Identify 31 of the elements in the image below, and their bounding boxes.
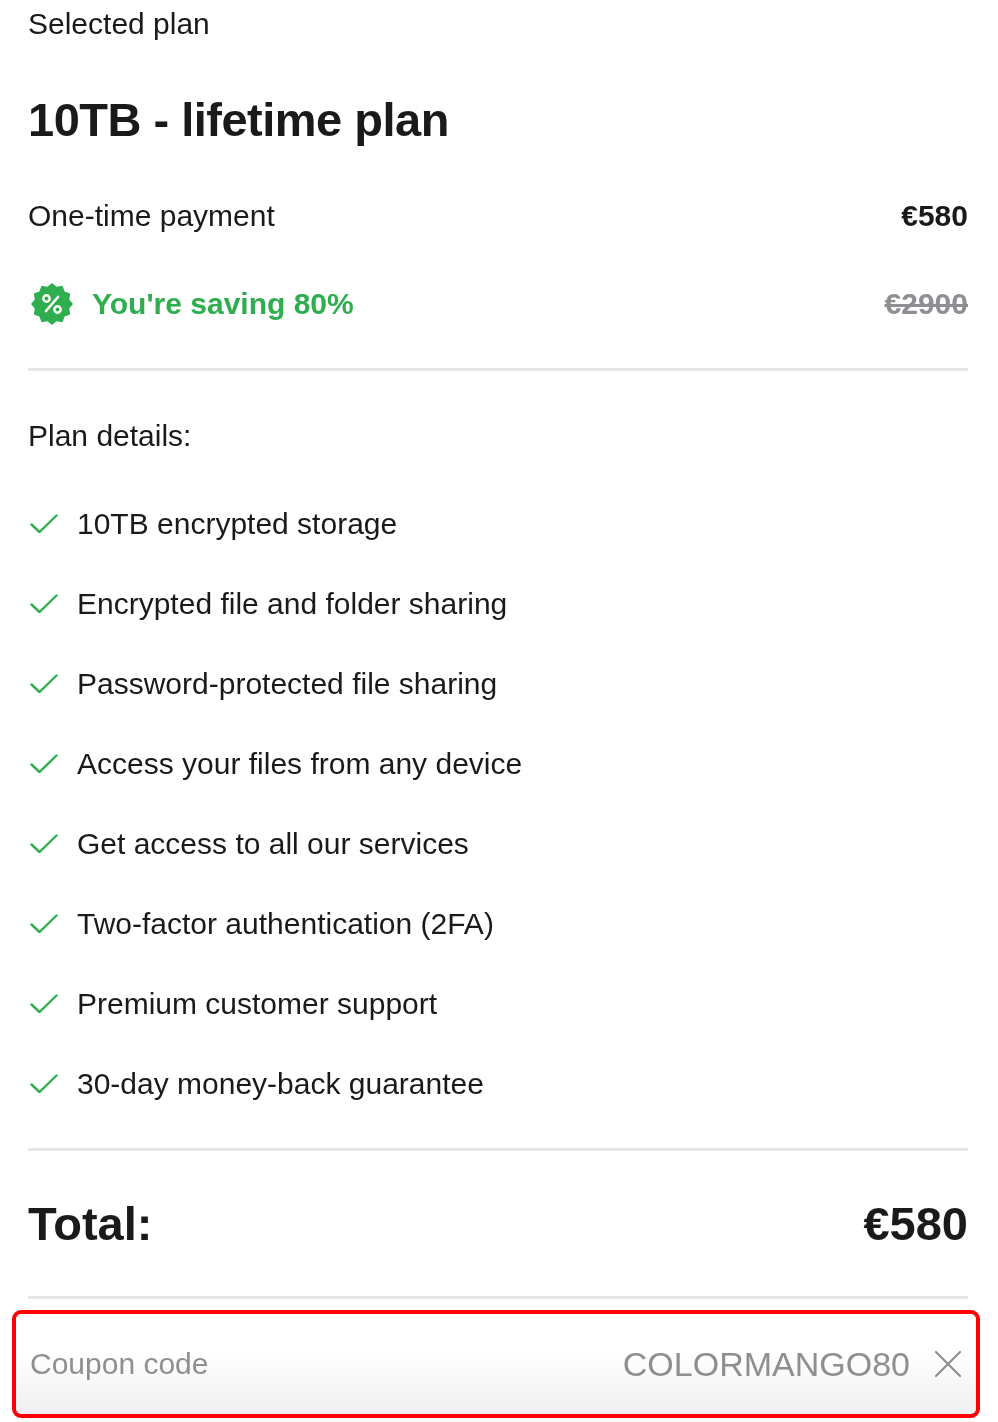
payment-label: One-time payment [28,198,275,234]
saving-label: You're saving 80% [92,286,354,322]
coupon-label: Coupon code [30,1346,209,1382]
coupon-field[interactable]: Coupon code COLORMANGO80 [12,1310,980,1418]
check-icon [30,514,58,534]
check-icon [30,594,58,614]
check-icon [30,834,58,854]
percent-badge-icon [30,282,74,326]
coupon-code-value[interactable]: COLORMANGO80 [622,1342,910,1386]
payment-price: €580 [901,198,968,234]
check-icon [30,674,58,694]
close-icon [935,1351,961,1377]
feature-text: Premium customer support [77,986,438,1022]
feature-text: Password-protected file sharing [77,666,498,702]
plan-title: 10TB - lifetime plan [28,92,449,148]
feature-text: Get access to all our services [77,826,469,862]
check-icon [30,1074,58,1094]
total-label: Total: [28,1196,153,1252]
details-heading: Plan details: [28,418,192,454]
feature-text: 10TB encrypted storage [77,506,398,542]
check-icon [30,994,58,1014]
feature-text: Access your files from any device [77,746,523,782]
feature-text: Encrypted file and folder sharing [77,586,508,622]
original-price: €2900 [884,286,968,322]
check-icon [30,754,58,774]
total-price: €580 [863,1196,968,1252]
clear-button[interactable] [934,1350,962,1378]
feature-text: 30-day money-back guarantee [77,1066,484,1102]
check-icon [30,914,58,934]
feature-text: Two-factor authentication (2FA) [77,906,494,942]
section-label: Selected plan [28,6,210,42]
